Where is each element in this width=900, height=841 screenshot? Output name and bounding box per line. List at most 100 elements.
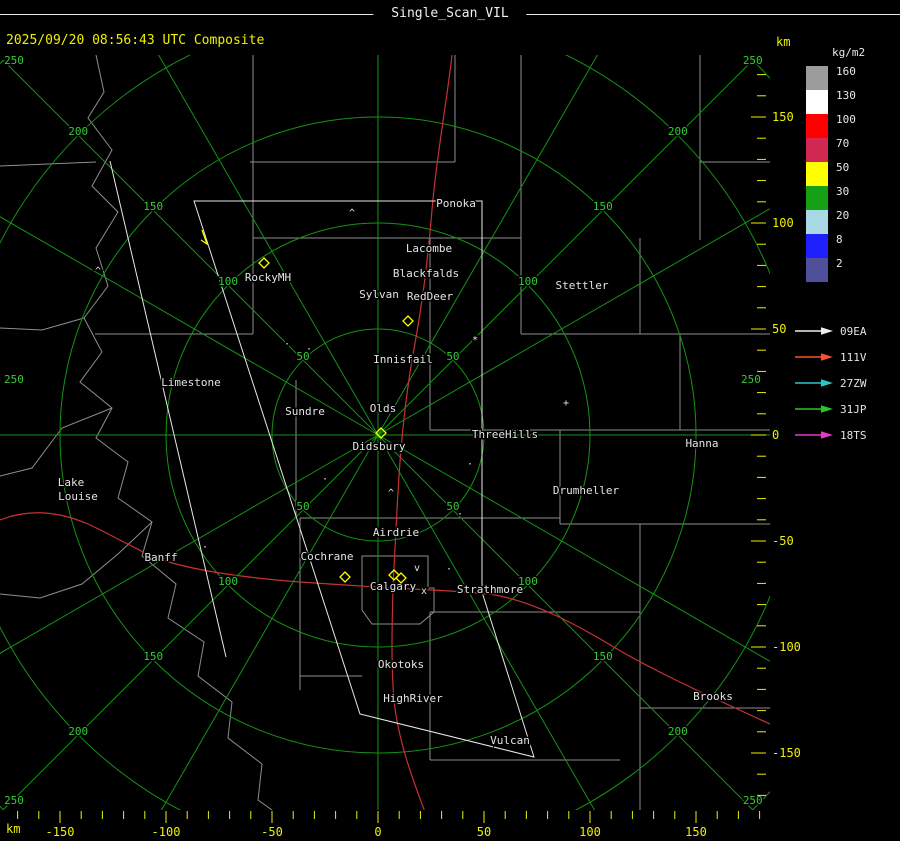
azimuth-line	[160, 434, 379, 810]
colorbar-value: 50	[836, 161, 850, 174]
range-label: 250	[4, 373, 24, 386]
range-label: 100	[218, 275, 238, 288]
range-label: 250	[741, 373, 761, 386]
bottom-axis-label: 50	[477, 825, 491, 839]
right-axis-label: -50	[772, 534, 794, 548]
city-label: Lacombe	[406, 242, 452, 255]
range-label: 100	[518, 275, 538, 288]
site-legend-row: 31JP	[794, 396, 867, 422]
colorbar-entry: 160	[806, 66, 865, 90]
city-label: Hanna	[685, 437, 718, 450]
city-label: Banff	[144, 551, 177, 564]
range-label: 150	[593, 200, 613, 213]
site-arrow-icon	[795, 327, 833, 335]
town-marker: ·	[202, 542, 208, 553]
range-label: 200	[668, 125, 688, 138]
site-legend-row: 09EA	[794, 318, 867, 344]
azimuth-line	[0, 216, 379, 436]
colorbar-entry: 100	[806, 114, 865, 138]
colorbar-entry: 50	[806, 162, 865, 186]
city-label: Okotoks	[378, 658, 424, 671]
town-marker: ^	[349, 208, 355, 219]
range-label: 50	[296, 500, 309, 513]
county-boundaries	[0, 55, 770, 810]
town-marker: ·	[284, 339, 290, 350]
city-label: Blackfalds	[393, 267, 459, 280]
right-axis-label: 50	[772, 322, 786, 336]
site-id: 31JP	[840, 402, 867, 416]
city-label: ThreeHills	[472, 428, 538, 441]
right-axis-label: 100	[772, 216, 794, 230]
radar-map-canvas[interactable]: 5010015020025050100150200250501001502002…	[0, 0, 900, 841]
city-label: Brooks	[693, 690, 733, 703]
city-label: Sylvan	[359, 288, 399, 301]
city-label: Calgary	[370, 580, 417, 593]
city-label: Louise	[58, 490, 98, 503]
colorbar: kg/m2 160 130 100 70 50 30 20 8 2	[806, 46, 865, 282]
range-label: 250	[4, 794, 24, 807]
bottom-axis-label: -100	[152, 825, 181, 839]
site-legend-row: 27ZW	[794, 370, 867, 396]
range-label: 150	[593, 650, 613, 663]
range-label: 250	[743, 54, 763, 67]
colorbar-unit: kg/m2	[832, 46, 866, 59]
city-label: Vulcan	[490, 734, 530, 747]
colorbar-swatch	[806, 186, 828, 210]
right-axis-label: 0	[772, 428, 779, 442]
colorbar-entry: 130	[806, 90, 865, 114]
site-id: 18TS	[840, 428, 867, 442]
colorbar-swatch	[806, 210, 828, 234]
radar-site-diamond-icon	[402, 315, 414, 327]
city-label: RedDeer	[407, 290, 454, 303]
site-arrow-icon	[795, 431, 833, 439]
site-id: 111V	[840, 350, 867, 364]
highways	[0, 55, 770, 810]
city-label: Airdrie	[373, 526, 419, 539]
radar-site-diamond-icon	[258, 257, 270, 269]
range-label: 200	[668, 725, 688, 738]
colorbar-entry: 2	[806, 258, 865, 282]
highway-line	[392, 587, 770, 725]
right-axis-label: 150	[772, 110, 794, 124]
town-marker: v	[414, 563, 420, 574]
range-label: 250	[743, 794, 763, 807]
city-label: Drumheller	[553, 484, 620, 497]
range-label: 250	[4, 54, 24, 67]
town-marker: ·	[322, 474, 328, 485]
colorbar-value: 130	[836, 89, 856, 102]
colorbar-value: 30	[836, 185, 850, 198]
town-marker: *	[472, 335, 478, 346]
bottom-axis-label: 0	[374, 825, 381, 839]
town-marker: x	[421, 586, 427, 597]
azimuth-line	[158, 55, 379, 436]
right-axis-label: -150	[772, 746, 801, 760]
city-label: Innisfail	[373, 353, 433, 366]
city-label: Didsbury	[353, 440, 406, 453]
colorbar-swatch	[806, 138, 828, 162]
colorbar-entries: 160 130 100 70 50 30 20 8 2	[806, 66, 865, 282]
colorbar-swatch	[806, 258, 828, 282]
town-marker: ·	[306, 344, 312, 355]
range-label: 200	[68, 125, 88, 138]
bottom-axis-label: 150	[685, 825, 707, 839]
range-ring	[0, 55, 770, 810]
site-arrow-icon	[795, 379, 833, 387]
colorbar-value: 160	[836, 65, 856, 78]
county-line	[0, 317, 153, 599]
colorbar-entry: 30	[806, 186, 865, 210]
colorbar-swatch	[806, 162, 828, 186]
colorbar-swatch	[806, 90, 828, 114]
colorbar-value: 2	[836, 257, 843, 270]
town-marker: ·	[467, 459, 473, 470]
coverage-polygon	[193, 200, 535, 758]
town-marker: ^	[95, 266, 101, 277]
bottom-axis-label: -50	[261, 825, 283, 839]
colorbar-entry: 20	[806, 210, 865, 234]
city-label: Cochrane	[301, 550, 354, 563]
colorbar-value: 8	[836, 233, 843, 246]
county-line	[79, 55, 273, 810]
city-label: RockyMH	[245, 271, 291, 284]
bottom-axis-label: -150	[46, 825, 75, 839]
bottom-axis-label: 100	[579, 825, 601, 839]
range-label: 150	[143, 200, 163, 213]
